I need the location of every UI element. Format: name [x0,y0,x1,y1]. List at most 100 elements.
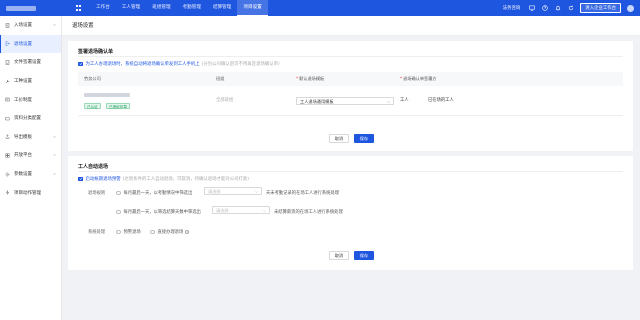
price-icon [5,97,10,102]
rule2-option[interactable]: 每月最后一天，以筛选结算天数中筛选出 [116,209,201,215]
sidebar-item-export-templates[interactable]: 导出模板 [0,128,61,147]
auto-send-checkbox-label: 为工人办理退场时，系统自动将退场确认单发到工人手机上 [85,62,200,67]
save-button[interactable]: 保存 [354,251,374,260]
exit-icon [5,41,10,46]
sidebar-item-document-category-config[interactable]: 资料分类配置 [0,109,61,128]
action-icon [5,190,10,195]
sidebar-item-label: 项目动作管理 [14,190,41,196]
rule1-days-select[interactable]: 请选择 [204,187,262,195]
nav-settlement-management[interactable]: 结算管理 [207,0,237,16]
main-nav: 工作台 工人管理 班组管理 考勤管理 结算管理 项目设置 [90,0,268,16]
cancel-button[interactable]: 取消 [329,251,349,260]
status-badge: 已认证 [84,103,101,109]
chevron-down-icon [387,101,390,103]
card-title: 工人自动退场 [78,164,109,170]
chevron-down-icon [263,210,266,212]
divider [78,171,623,172]
apps-grid-icon[interactable] [76,5,82,11]
checkbox-checked-icon[interactable] [78,61,83,67]
nav-attendance-management[interactable]: 考勤管理 [177,0,207,16]
sidebar-item-label: 资料分类配置 [14,116,41,122]
enter-enterprise-workbench-button[interactable]: 进入企业工作台 [580,3,621,13]
sidebar-item-entry-settings[interactable]: 入场设置 [0,16,61,35]
sidebar-item-label: 退场设置 [14,41,32,47]
top-navigation-bar: 工作台 工人管理 班组管理 考勤管理 结算管理 项目设置 法务咨询 进入企业工作… [0,0,640,16]
chevron-down-icon [53,172,56,175]
template-select[interactable]: 工人退场通用模板 [296,97,394,105]
sidebar-item-label: 导出模板 [14,134,32,140]
question-icon[interactable]: ? [185,230,190,234]
rule1-suffix: 天未考勤记录的在场工人进行系统处理 [266,191,340,196]
chevron-down-icon [53,135,56,138]
company-name-redacted [84,93,130,97]
sidebar-item-wage-system[interactable]: 工价制度 [0,90,61,109]
platform-icon [5,153,10,158]
radio-unchecked-icon[interactable] [150,229,155,235]
sidebar: 入场设置 退场设置 文件签署设置 工种设置 工价制度 资料分类配置 导出模板 开… [0,16,62,320]
status-badge: 已授权印章 [106,103,130,109]
rule2-suffix: 未结算薪资的在场工人进行系统处理 [274,210,343,215]
sidebar-item-file-sign-settings[interactable]: 文件签署设置 [0,53,61,72]
option-label: 直接办理退场 [157,230,184,235]
nav-project-settings[interactable]: 项目设置 [237,0,268,16]
auto-send-checkbox-row[interactable]: 为工人办理退场时，系统自动将退场确认单发到工人手机上 (分包公司确认后可不用再签… [78,61,280,67]
sidebar-item-label: 文件签署设置 [14,60,41,66]
refresh-icon[interactable] [567,5,574,12]
sidebar-item-parameter-settings[interactable]: 参数设置 [0,165,61,184]
chevron-down-icon [53,154,56,156]
radio-unchecked-icon[interactable] [116,229,121,235]
monitor-icon[interactable] [528,5,535,12]
option-label: 预警退场 [123,230,141,235]
rule1-option[interactable]: 每月最后一天，以考勤情况中筛选出 [116,190,192,196]
tool-icon [5,79,10,84]
nav-workbench[interactable]: 工作台 [90,0,116,16]
radio-unchecked-icon[interactable] [116,190,121,196]
column-header: *默认退场模板 [296,76,325,81]
exit-warning-checkbox-label: 启动帐期退场预警 [85,177,121,182]
document-icon [5,23,10,28]
worker-auto-exit-card: 工人自动退场 启动帐期退场预警 (达到条件的工人自动退场，可取消，待确认退场才能… [68,156,633,270]
signer-prefix: 工人 [400,98,409,103]
sign-exit-confirmation-card: 签署退场确认单 为工人办理退场时，系统自动将退场确认单发到工人手机上 (分包公司… [68,41,633,151]
nav-worker-management[interactable]: 工人管理 [116,0,146,16]
legal-consult-link[interactable]: 法务咨询 [503,5,521,11]
chevron-down-icon [255,191,258,193]
team-cell: 全部班组 [216,98,234,103]
sidebar-item-label: 开放平台 [14,153,32,159]
help-icon[interactable] [541,5,548,12]
direct-exit-option[interactable]: 直接办理退场 ? [150,229,190,235]
table-header: 劳务公司 班组 *默认退场模板 *退场确认单签署方 [78,72,623,86]
sidebar-item-label: 工种设置 [14,79,32,85]
avatar[interactable] [627,4,634,12]
checkbox-checked-icon[interactable] [78,176,83,182]
export-icon [5,134,10,139]
warning-exit-option[interactable]: 预警退场 [116,229,141,235]
column-header: *退场确认单签署方 [400,76,437,81]
table-row: 已认证 已授权印章 全部班组 工人退场通用模板 工人 已在场的工人 [78,86,623,116]
sidebar-item-label: 工价制度 [14,97,32,103]
column-header: 劳务公司 [84,76,101,81]
auto-send-hint: (分包公司确认后可不用再签退场确认单) [201,62,280,67]
system-process-label: 系统处理 [88,230,106,235]
sidebar-item-exit-settings[interactable]: 退场设置 [0,34,61,54]
file-sign-icon [5,60,10,65]
save-button[interactable]: 保存 [354,134,374,143]
sidebar-item-job-type-settings[interactable]: 工种设置 [0,72,61,91]
rule2-prefix: 每月最后一天，以筛选结算天数中筛选出 [123,210,201,215]
sidebar-item-project-action-management[interactable]: 项目动作管理 [0,183,61,202]
exit-warning-checkbox-row[interactable]: 启动帐期退场预警 (达到条件的工人自动退场，可取消，待确认退场才能对公司打款) [78,176,249,182]
signer-cell: 已在场的工人 [428,98,454,103]
radio-unchecked-icon[interactable] [116,209,121,215]
rule1-prefix: 每月最后一天，以考勤情况中筛选出 [123,191,193,196]
exit-rule-label: 退场规则 [88,191,106,196]
sidebar-item-label: 参数设置 [14,172,32,178]
folder-icon [5,116,10,121]
rule2-days-select[interactable]: 请选择 [212,206,270,214]
nav-team-management[interactable]: 班组管理 [146,0,176,16]
sidebar-item-label: 入场设置 [14,23,32,29]
card-title: 签署退场确认单 [78,49,114,55]
sidebar-item-open-platform[interactable]: 开放平台 [0,146,61,165]
cancel-button[interactable]: 取消 [329,134,349,143]
bell-icon[interactable] [554,5,561,12]
logo [0,0,76,16]
